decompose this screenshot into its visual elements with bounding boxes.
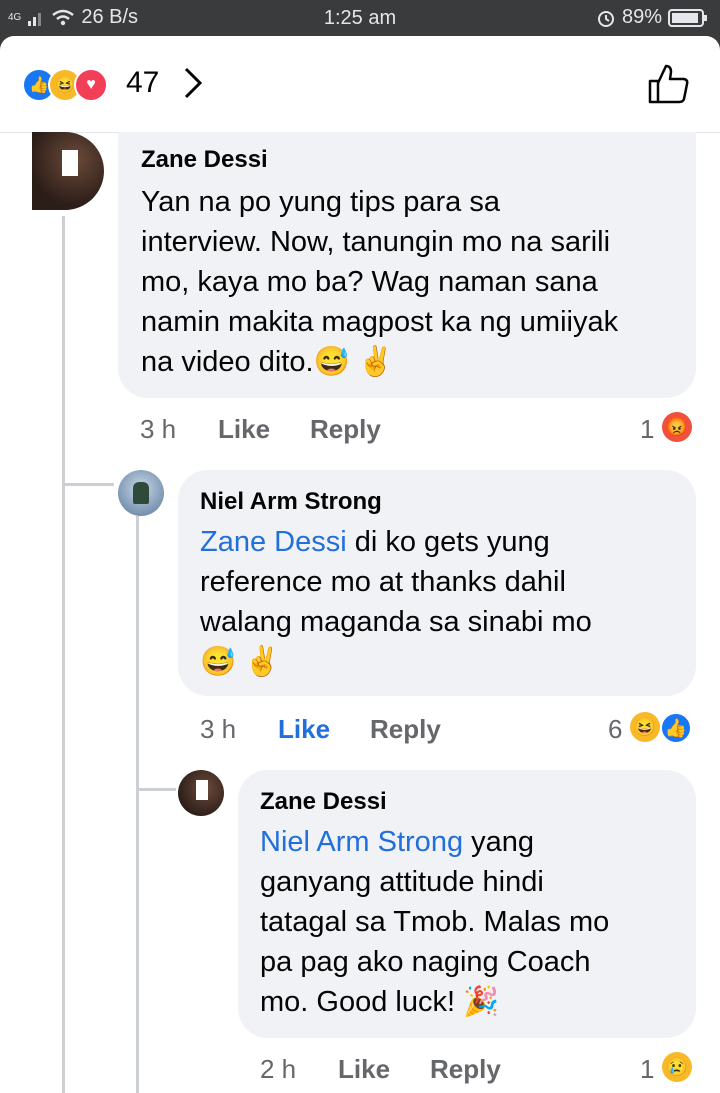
reactions-summary[interactable]: 👍 😆 ♥ (22, 68, 108, 102)
victory-hand-emoji-icon: ✌ (357, 346, 394, 378)
comment-author[interactable]: Zane Dessi (260, 788, 387, 816)
angry-reaction-icon: 😡 (662, 412, 692, 442)
like-reaction-icon: 👍 (660, 712, 692, 744)
comment-reaction-count[interactable]: 1 (640, 414, 654, 445)
thread-connector (62, 483, 114, 486)
comment-bubble: Zane Dessi Niel Arm Strong yang ganyang … (238, 770, 696, 1038)
party-popper-emoji-icon: 🎉 (463, 986, 500, 1018)
comment-text: Zane Dessi di ko gets yung reference mo … (200, 526, 592, 678)
battery-icon (668, 8, 707, 27)
reply-button[interactable]: Reply (310, 414, 381, 445)
comment-time: 3 h (140, 414, 177, 444)
sweat-smile-emoji-icon: 😅 (200, 646, 237, 678)
avatar[interactable] (178, 770, 224, 816)
comment-bubble: Niel Arm Strong Zane Dessi di ko gets yu… (178, 470, 696, 696)
like-button[interactable]: Like (218, 414, 270, 445)
comment-reaction-count[interactable]: 1 (640, 1054, 654, 1085)
comment-bubble: Zane Dessi Yan na po yung tips para sa i… (118, 132, 696, 398)
like-button[interactable]: Like (278, 714, 330, 745)
reactions-header: 👍 😆 ♥ 47 (0, 36, 720, 133)
sad-reaction-icon: 😢 (662, 1052, 692, 1082)
comment-text: Yan na po yung tips para sa interview. N… (141, 186, 619, 378)
reply-button[interactable]: Reply (430, 1054, 501, 1085)
clock: 1:25 am (323, 7, 397, 29)
alarm-icon (597, 10, 614, 27)
sweat-smile-emoji-icon: 😅 (313, 346, 350, 378)
like-thumb-icon[interactable] (646, 62, 690, 106)
mention-link[interactable]: Niel Arm Strong (260, 826, 463, 858)
reply-button[interactable]: Reply (370, 714, 441, 745)
avatar[interactable] (32, 132, 104, 210)
avatar[interactable] (118, 470, 164, 516)
comment-text: Niel Arm Strong yang ganyang attitude hi… (260, 826, 610, 1018)
like-button[interactable]: Like (338, 1054, 390, 1085)
comment-reaction-count[interactable]: 6 (608, 714, 622, 745)
haha-reaction-icon: 😆 (630, 712, 660, 742)
comment-time: 3 h (200, 714, 237, 744)
victory-hand-emoji-icon: ✌ (244, 646, 281, 678)
comment-author[interactable]: Niel Arm Strong (200, 488, 382, 516)
chevron-right-icon[interactable] (182, 66, 204, 100)
comment-time: 2 h (260, 1054, 297, 1084)
reaction-count[interactable]: 47 (126, 66, 159, 100)
love-reaction-icon: ♥ (74, 68, 108, 102)
thread-line (136, 516, 139, 1093)
comments-sheet: 👍 😆 ♥ 47 Zane Dessi Yan na po yung tips … (0, 36, 720, 1093)
thread-connector (136, 788, 176, 791)
battery-percent: 89% (621, 6, 662, 28)
status-bar: 4G 26 B/s 1:25 am 89% (0, 0, 720, 36)
thread-line (62, 216, 65, 1093)
comment-author[interactable]: Zane Dessi (141, 146, 268, 174)
mention-link[interactable]: Zane Dessi (200, 526, 347, 558)
